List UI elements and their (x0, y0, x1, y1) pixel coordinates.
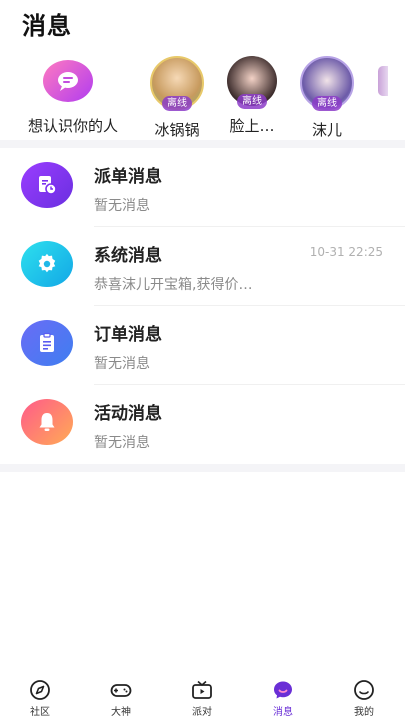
message-list: 派单消息 暂无消息 系统消息 10-31 22:25 恭喜沫儿开宝箱,获得价… … (0, 148, 405, 464)
avatar: 离线 (300, 56, 354, 111)
message-item-activity[interactable]: 活动消息 暂无消息 (0, 385, 405, 464)
tab-label: 社区 (30, 707, 50, 718)
tab-community[interactable]: 社区 (10, 678, 70, 718)
page-title: 消息 (22, 12, 72, 40)
message-item-order[interactable]: 订单消息 暂无消息 (0, 306, 405, 385)
avatar-partial (378, 66, 388, 96)
message-preview: 暂无消息 (94, 435, 150, 451)
message-title: 派单消息 (94, 167, 162, 187)
tab-me[interactable]: 我的 (334, 678, 394, 718)
bottom-tab-bar: 社区 大神 派对 消息 我的 (0, 676, 405, 720)
message-time: 10-31 22:25 (309, 245, 383, 259)
contact-item[interactable]: 离线 沫儿 (287, 56, 367, 140)
contact-want-to-meet[interactable]: 想认识你的人 (28, 56, 119, 136)
tv-icon (192, 680, 212, 699)
message-preview: 暂无消息 (94, 198, 150, 214)
smile-icon (354, 680, 374, 700)
contact-name: 想认识你的人 (28, 117, 119, 135)
offline-badge: 离线 (312, 96, 342, 111)
bell-icon (21, 399, 73, 445)
section-divider (0, 140, 405, 148)
message-title: 活动消息 (94, 404, 162, 424)
tab-label: 大神 (111, 707, 131, 718)
avatar: 离线 (150, 56, 204, 111)
message-item-dispatch[interactable]: 派单消息 暂无消息 (0, 148, 405, 227)
contacts-row: 想认识你的人 离线 冰锅锅 离线 脸上… 离线 沫儿 (0, 56, 405, 140)
clipboard-icon (21, 320, 73, 366)
contact-item[interactable]: 离线 脸上… (212, 56, 292, 136)
gamepad-icon (110, 684, 132, 697)
tab-messages[interactable]: 消息 (253, 678, 313, 718)
tab-label: 派对 (192, 707, 212, 718)
contact-name: 沫儿 (311, 121, 342, 139)
offline-badge: 离线 (237, 94, 267, 109)
contact-item[interactable]: 离线 冰锅锅 (137, 56, 217, 140)
message-title: 订单消息 (94, 325, 162, 345)
message-item-system[interactable]: 系统消息 10-31 22:25 恭喜沫儿开宝箱,获得价… (0, 227, 405, 306)
contact-name: 脸上… (229, 117, 275, 135)
gear-icon (21, 241, 73, 287)
compass-icon (30, 680, 50, 700)
offline-badge: 离线 (162, 96, 192, 111)
section-divider (0, 464, 405, 472)
dispatch-icon (21, 162, 73, 208)
message-preview: 暂无消息 (94, 356, 150, 372)
chat-icon (274, 681, 292, 699)
contact-name: 冰锅锅 (154, 121, 200, 139)
message-title: 系统消息 (94, 246, 162, 266)
match-icon (43, 60, 93, 102)
message-preview: 恭喜沫儿开宝箱,获得价… (94, 277, 253, 293)
tab-label: 我的 (354, 707, 374, 718)
avatar: 离线 (227, 56, 277, 109)
tab-label: 消息 (273, 707, 293, 718)
tab-party[interactable]: 派对 (172, 678, 232, 718)
tab-masters[interactable]: 大神 (91, 678, 151, 718)
